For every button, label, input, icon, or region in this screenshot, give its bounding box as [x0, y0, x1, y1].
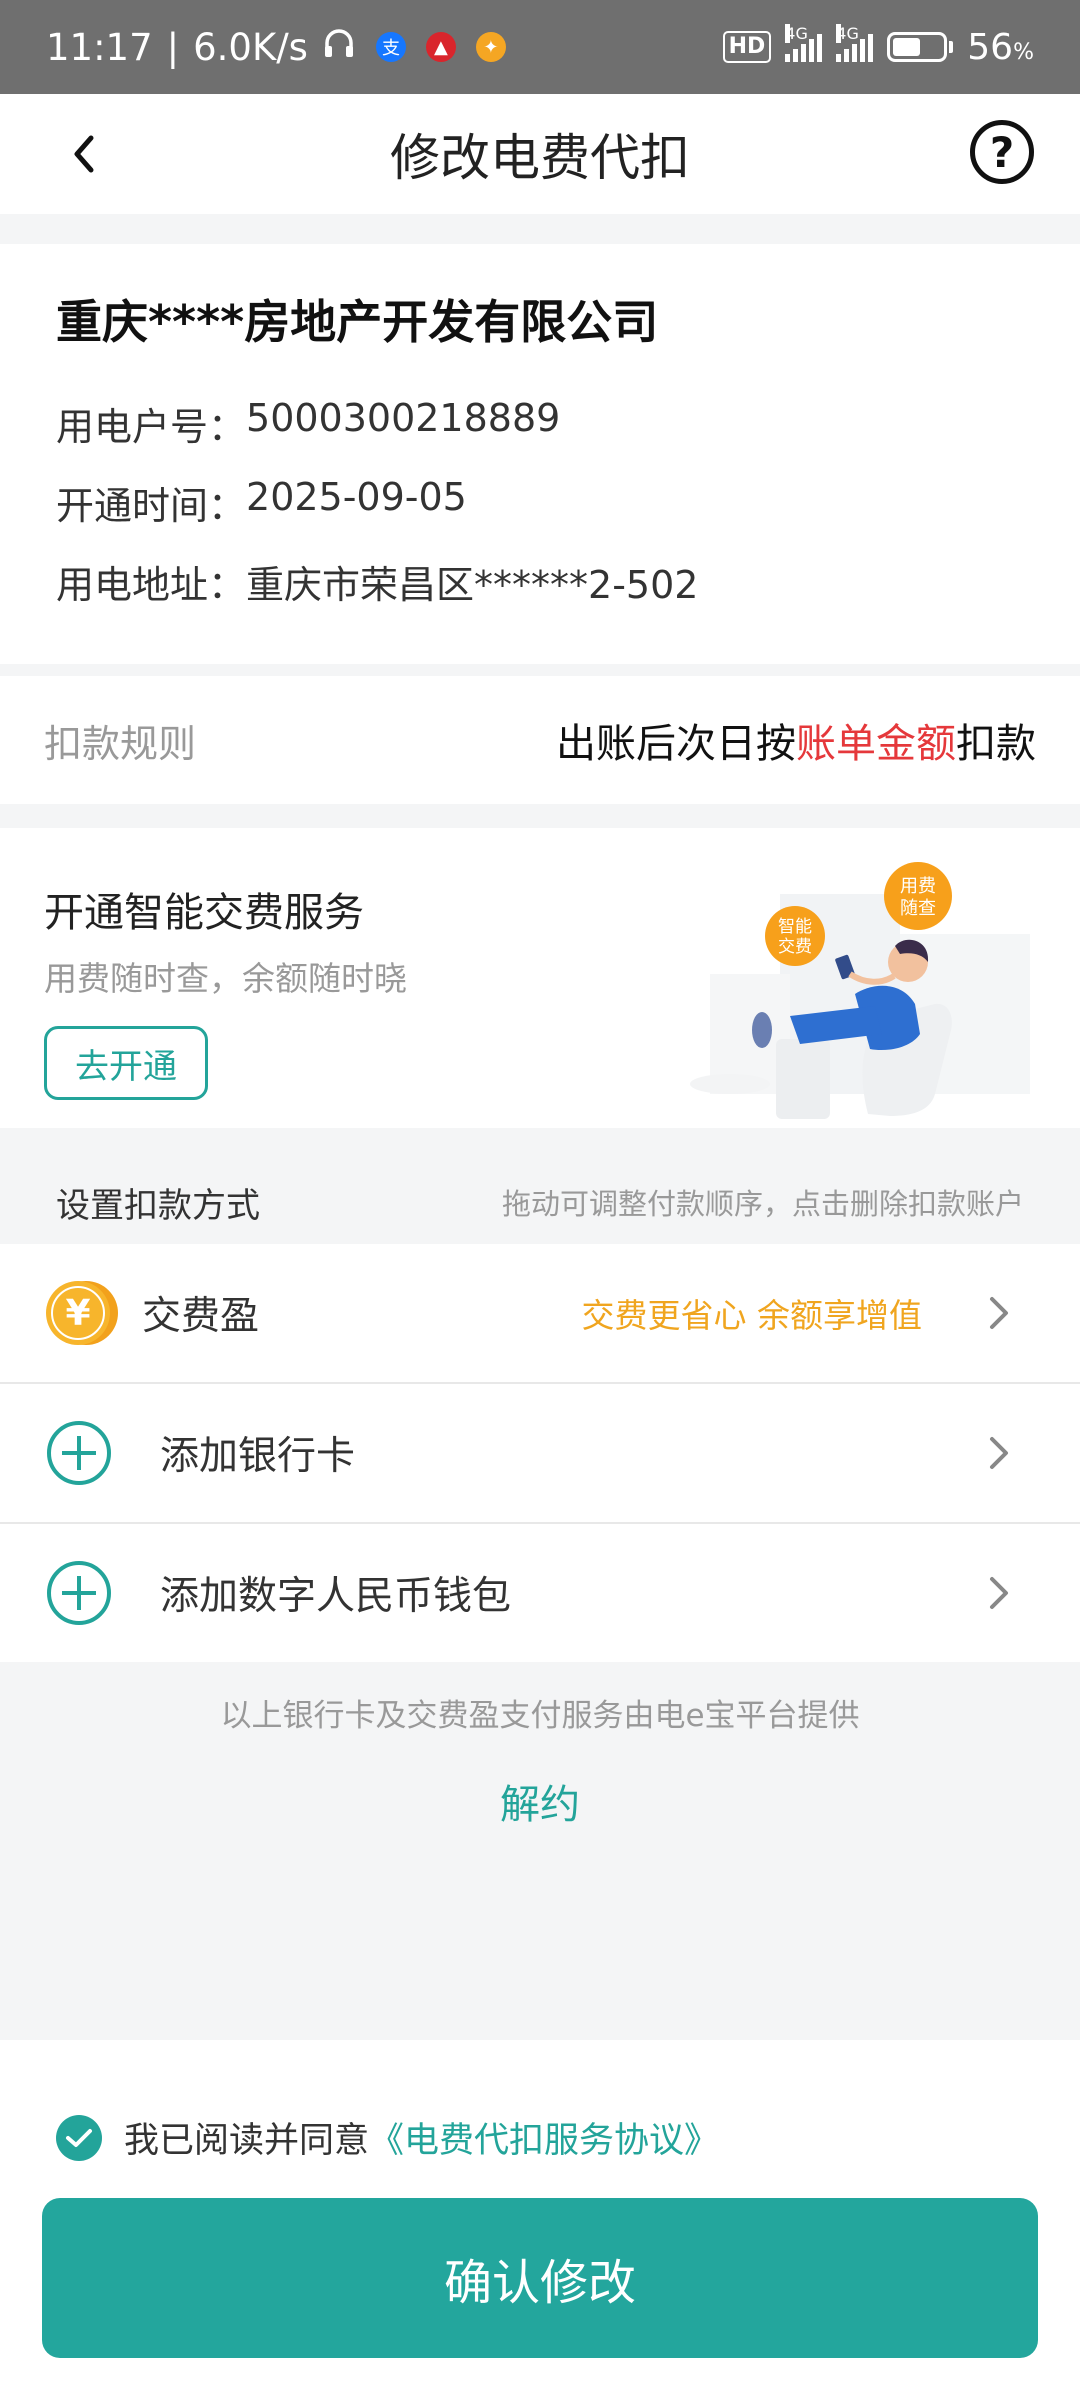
rule-value-suffix: 扣款 [956, 721, 1036, 767]
checkmark-icon [66, 2128, 92, 2147]
chevron-right-icon [990, 1437, 1008, 1469]
status-left: 11:17 | 6.0K/s 支 ▲ ✦ [46, 26, 723, 69]
payment-method-title: 设置扣款方式 [56, 1185, 260, 1226]
address-value: 重庆市荣昌区******2-502 [246, 563, 699, 607]
bubble-left-line1: 智能 [778, 917, 812, 937]
add-bank-card-row[interactable]: 添加银行卡 [0, 1384, 1080, 1522]
network-type-1: 4G [785, 24, 808, 43]
yuan-coin-icon: ¥ [46, 1281, 118, 1345]
app-orange-icon: ✦ [475, 32, 506, 62]
add-ecny-wallet-label: 添加数字人民币钱包 [160, 1574, 512, 1619]
unbind-link[interactable]: 解约 [0, 1772, 1080, 1830]
network-type-2: 4G [836, 24, 859, 43]
question-icon: ? [989, 127, 1015, 177]
status-right: HD 4G 4G 56% [722, 24, 1034, 68]
app-red-icon: ▲ [425, 32, 456, 62]
deduction-rule-row: 扣款规则 出账后次日按账单金额扣款 [0, 676, 1080, 804]
promo-title: 开通智能交费服务 [44, 890, 364, 936]
page-title: 修改电费代扣 [390, 129, 690, 187]
open-date-label: 开通时间： [56, 484, 247, 528]
hd-badge: HD [722, 31, 772, 63]
rule-value-prefix: 出账后次日按 [556, 721, 796, 767]
bubble-right-line2: 随查 [900, 898, 936, 919]
status-bar: 11:17 | 6.0K/s 支 ▲ ✦ HD 4G 4G 56% [0, 0, 1080, 94]
agreement-link[interactable]: 《电费代扣服务协议》 [369, 2112, 719, 2163]
account-number-row: 用电户号： 5000300218889 [56, 396, 1024, 475]
confirm-modify-button[interactable]: 确认修改 [42, 2198, 1038, 2358]
plus-circle-icon [47, 1561, 111, 1625]
status-time: 11:17 [46, 25, 153, 69]
company-name: 重庆****房地产开发有限公司 [56, 295, 659, 349]
chevron-left-icon [74, 135, 94, 173]
open-date-value: 2025-09-05 [246, 475, 467, 519]
chevron-right-icon [990, 1577, 1008, 1609]
address-row: 用电地址： 重庆市荣昌区******2-502 [56, 554, 1024, 633]
headphone-icon [322, 26, 356, 69]
agreement-checkbox[interactable] [56, 2114, 102, 2161]
battery-percent: 56% [967, 26, 1034, 68]
open-date-row: 开通时间： 2025-09-05 [56, 475, 1024, 554]
help-button[interactable]: ? [970, 120, 1034, 184]
back-button[interactable] [54, 124, 114, 184]
bubble-left-line2: 交费 [778, 937, 812, 957]
account-card: 重庆****房地产开发有限公司 用电户号： 5000300218889 开通时间… [0, 244, 1080, 664]
rule-value-highlight: 账单金额 [796, 721, 956, 767]
promo-subtitle: 用费随时查，余额随时晓 [44, 959, 407, 998]
signal-icon-2: 4G [836, 24, 874, 62]
nav-bar: 修改电费代扣 ? [0, 94, 1080, 214]
add-ecny-wallet-row[interactable]: 添加数字人民币钱包 [0, 1524, 1080, 1662]
account-number-value: 5000300218889 [246, 396, 561, 440]
alipay-icon: 支 [375, 32, 406, 62]
service-provider-note: 以上银行卡及交费盈支付服务由电e宝平台提供 [220, 1698, 860, 1734]
plus-circle-icon [47, 1421, 111, 1485]
rule-value: 出账后次日按账单金额扣款 [556, 711, 1036, 769]
account-number-label: 用电户号： [56, 405, 247, 449]
payment-item-jiaofeiying[interactable]: ¥ 交费盈 交费更省心 余额享增值 [0, 1244, 1080, 1382]
payment-method-hint: 拖动可调整付款顺序，点击删除扣款账户 [501, 1187, 1024, 1221]
agreement-row: 我已阅读并同意 《电费代扣服务协议》 [56, 2112, 719, 2163]
status-speed: 6.0K/s [193, 25, 308, 69]
rule-label: 扣款规则 [44, 721, 197, 766]
payment-method-header: 设置扣款方式 拖动可调整付款顺序，点击删除扣款账户 [0, 1160, 1080, 1244]
smart-pay-promo: 开通智能交费服务 用费随时查，余额随时晓 去开通 智能 交费 用费 随查 [0, 828, 1080, 1128]
bottom-action-area: 我已阅读并同意 《电费代扣服务协议》 确认修改 [0, 2040, 1080, 2400]
signal-icon-1: 4G [785, 24, 823, 62]
payment-item-promo: 交费更省心 余额享增值 [581, 1296, 923, 1335]
payment-item-label: 交费盈 [142, 1294, 260, 1339]
activate-button[interactable]: 去开通 [44, 1026, 208, 1100]
agreement-text: 我已阅读并同意 [124, 2121, 370, 2161]
status-separator: | [166, 25, 180, 69]
address-label: 用电地址： [56, 563, 247, 607]
add-bank-card-label: 添加银行卡 [160, 1434, 356, 1479]
chevron-right-icon [990, 1297, 1008, 1329]
battery-icon [887, 32, 954, 62]
bubble-right-line1: 用费 [900, 876, 936, 897]
promo-illustration: 智能 交费 用费 随查 [690, 862, 1030, 1119]
svg-text:¥: ¥ [65, 1293, 90, 1334]
